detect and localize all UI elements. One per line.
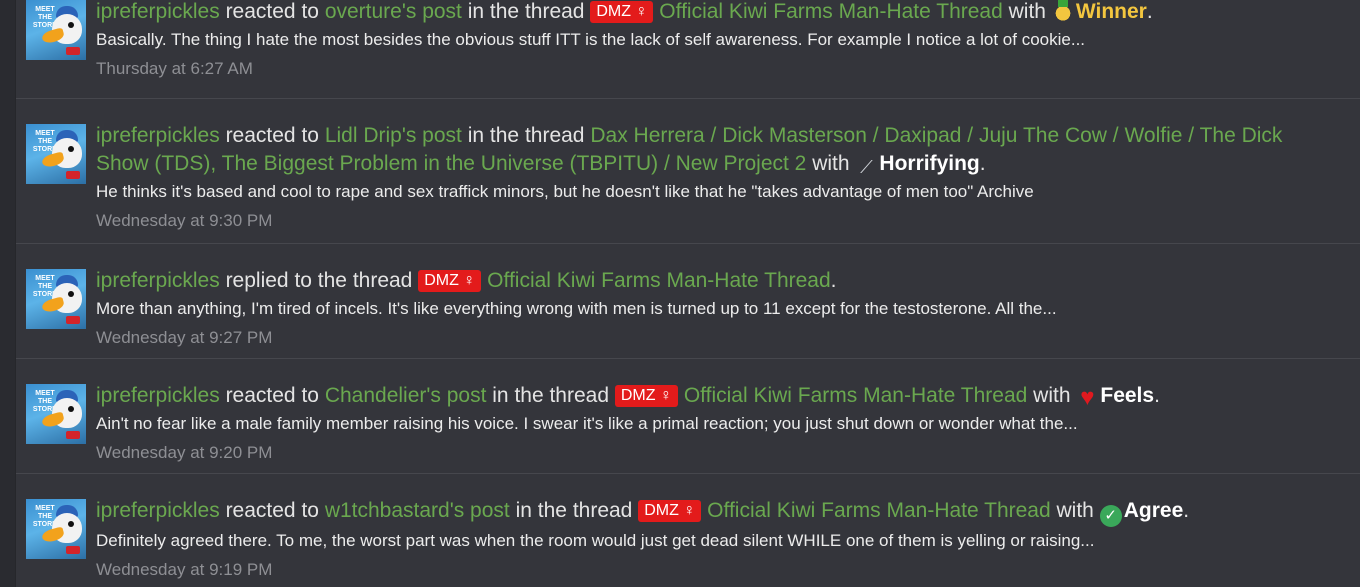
end-punct: . xyxy=(979,152,986,175)
in-thread-text: in the thread xyxy=(492,384,610,407)
with-text: with xyxy=(1056,499,1094,522)
activity-item: MEET THE STORK ipreferpickles reacted to… xyxy=(16,474,1360,587)
check-icon: ✓ xyxy=(1099,505,1122,527)
avatar[interactable]: MEET THE STORK xyxy=(26,0,86,60)
activity-headline: ipreferpickles reacted to Chandelier's p… xyxy=(96,382,1331,410)
thread-link[interactable]: Official Kiwi Farms Man-Hate Thread xyxy=(659,0,1003,23)
post-snippet[interactable]: Definitely agreed there. To me, the wors… xyxy=(96,530,1331,552)
with-text: with xyxy=(1008,0,1046,23)
timestamp[interactable]: Wednesday at 9:27 PM xyxy=(96,327,1331,349)
activity-feed: MEET THE STORK ipreferpickles reacted to… xyxy=(15,0,1360,587)
duck-tie-shape xyxy=(66,316,80,324)
activity-item: MEET THE STORK ipreferpickles reacted to… xyxy=(16,359,1360,474)
thread-prefix-badge: DMZ ♀ xyxy=(614,385,678,407)
post-link[interactable]: Lidl Drip's post xyxy=(325,124,462,147)
username-link[interactable]: ipreferpickles xyxy=(96,269,220,292)
duck-tie-shape xyxy=(66,546,80,554)
reaction-label: Feels xyxy=(1100,384,1155,407)
duck-eye-shape xyxy=(68,22,74,28)
duck-eye-shape xyxy=(68,146,74,152)
duck-eye-shape xyxy=(68,406,74,412)
post-link[interactable]: Chandelier's post xyxy=(325,384,487,407)
end-punct: . xyxy=(1183,499,1190,522)
activity-item: MEET THE STORK ipreferpickles replied to… xyxy=(16,244,1360,359)
thread-prefix-badge: DMZ ♀ xyxy=(590,1,654,23)
post-snippet[interactable]: Basically. The thing I hate the most bes… xyxy=(96,29,1331,51)
avatar[interactable]: MEET THE STORK xyxy=(26,499,86,559)
action-text: reacted to xyxy=(225,499,319,522)
post-link[interactable]: overture's post xyxy=(325,0,462,23)
username-link[interactable]: ipreferpickles xyxy=(96,384,220,407)
activity-item: MEET THE STORK ipreferpickles reacted to… xyxy=(16,99,1360,244)
avatar[interactable]: MEET THE STORK xyxy=(26,269,86,329)
in-thread-text: in the thread xyxy=(515,499,633,522)
medal-icon xyxy=(1051,0,1074,21)
activity-headline: ipreferpickles replied to the thread DMZ… xyxy=(96,267,1331,295)
activity-item: MEET THE STORK ipreferpickles reacted to… xyxy=(16,0,1360,99)
avatar[interactable]: MEET THE STORK xyxy=(26,384,86,444)
post-link[interactable]: w1tchbastard's post xyxy=(325,499,510,522)
action-text: reacted to xyxy=(225,0,319,23)
username-link[interactable]: ipreferpickles xyxy=(96,499,220,522)
timestamp[interactable]: Wednesday at 9:19 PM xyxy=(96,559,1331,581)
timestamp[interactable]: Wednesday at 9:20 PM xyxy=(96,442,1331,464)
username-link[interactable]: ipreferpickles xyxy=(96,124,220,147)
thread-link[interactable]: Official Kiwi Farms Man-Hate Thread xyxy=(487,269,831,292)
avatar[interactable]: MEET THE STORK xyxy=(26,124,86,184)
end-punct: . xyxy=(830,269,837,292)
activity-headline: ipreferpickles reacted to overture's pos… xyxy=(96,0,1331,26)
end-punct: . xyxy=(1146,0,1153,23)
timestamp[interactable]: Wednesday at 9:30 PM xyxy=(96,210,1331,232)
action-text: replied to the thread xyxy=(225,269,413,292)
action-text: reacted to xyxy=(225,124,319,147)
post-snippet[interactable]: More than anything, I'm tired of incels.… xyxy=(96,298,1331,320)
heart-icon: ♥ xyxy=(1080,384,1095,411)
reaction-label: Agree xyxy=(1123,499,1184,522)
post-snippet[interactable]: Ain't no fear like a male family member … xyxy=(96,413,1331,435)
duck-tie-shape xyxy=(66,47,80,55)
thread-prefix-badge: DMZ ♀ xyxy=(418,270,482,292)
thread-link[interactable]: Official Kiwi Farms Man-Hate Thread xyxy=(684,384,1028,407)
end-punct: . xyxy=(1154,384,1160,407)
thread-link[interactable]: Official Kiwi Farms Man-Hate Thread xyxy=(707,499,1051,522)
with-text: with xyxy=(1033,384,1071,407)
activity-headline: ipreferpickles reacted to Lidl Drip's po… xyxy=(96,122,1331,178)
thread-prefix-badge: DMZ ♀ xyxy=(638,500,702,522)
timestamp[interactable]: Thursday at 6:27 AM xyxy=(96,58,1331,80)
activity-headline: ipreferpickles reacted to w1tchbastard's… xyxy=(96,497,1331,527)
action-text: reacted to xyxy=(225,384,319,407)
duck-tie-shape xyxy=(66,431,80,439)
post-snippet[interactable]: He thinks it's based and cool to rape an… xyxy=(96,181,1331,203)
with-text: with xyxy=(812,152,850,175)
duck-tie-shape xyxy=(66,171,80,179)
bone-icon: ⟋ xyxy=(860,157,873,177)
reaction-label: Horrifying xyxy=(879,152,980,175)
duck-eye-shape xyxy=(68,521,74,527)
duck-eye-shape xyxy=(68,291,74,297)
reaction-label: Winner xyxy=(1075,0,1147,23)
in-thread-text: in the thread xyxy=(467,0,585,23)
username-link[interactable]: ipreferpickles xyxy=(96,0,220,23)
in-thread-text: in the thread xyxy=(467,124,585,147)
